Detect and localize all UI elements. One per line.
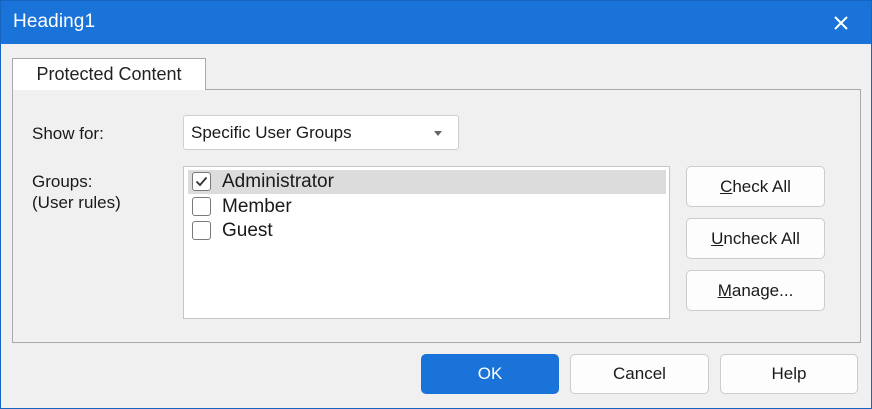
help-button[interactable]: Help bbox=[720, 354, 858, 394]
dropdown-arrow-icon bbox=[434, 131, 442, 136]
groups-label: Groups: bbox=[32, 172, 93, 191]
close-icon bbox=[834, 15, 848, 30]
show-for-label: Show for: bbox=[32, 124, 104, 143]
check-all-button[interactable]: Check All bbox=[686, 166, 825, 207]
check-all-label: Check All bbox=[720, 176, 791, 196]
user-rules-label: (User rules) bbox=[32, 193, 121, 212]
administrator-checkbox[interactable] bbox=[192, 172, 211, 191]
list-item-label: Member bbox=[222, 196, 292, 217]
close-button[interactable] bbox=[811, 1, 871, 44]
title-bar: Heading1 bbox=[1, 1, 871, 44]
list-item-guest[interactable]: Guest bbox=[188, 219, 666, 243]
tab-label: Protected Content bbox=[36, 64, 182, 84]
cancel-button[interactable]: Cancel bbox=[570, 354, 709, 394]
list-item-member[interactable]: Member bbox=[188, 195, 666, 219]
list-item-label: Administrator bbox=[222, 171, 334, 192]
uncheck-all-button[interactable]: Uncheck All bbox=[686, 218, 825, 259]
list-item-administrator[interactable]: Administrator bbox=[188, 170, 666, 194]
manage-button[interactable]: Manage... bbox=[686, 270, 825, 311]
member-checkbox[interactable] bbox=[192, 197, 211, 216]
manage-label: Manage... bbox=[717, 280, 794, 300]
show-for-select[interactable]: Specific User Groups bbox=[183, 115, 459, 150]
groups-list[interactable]: Administrator Member Guest bbox=[183, 166, 670, 319]
checkmark-icon bbox=[195, 176, 208, 187]
ok-button[interactable]: OK bbox=[421, 354, 559, 394]
window-title: Heading1 bbox=[13, 11, 96, 32]
list-item-label: Guest bbox=[222, 220, 273, 241]
show-for-value: Specific User Groups bbox=[191, 123, 352, 142]
tab-protected-content[interactable]: Protected Content bbox=[12, 58, 206, 90]
guest-checkbox[interactable] bbox=[192, 221, 211, 240]
uncheck-all-label: Uncheck All bbox=[711, 228, 800, 248]
